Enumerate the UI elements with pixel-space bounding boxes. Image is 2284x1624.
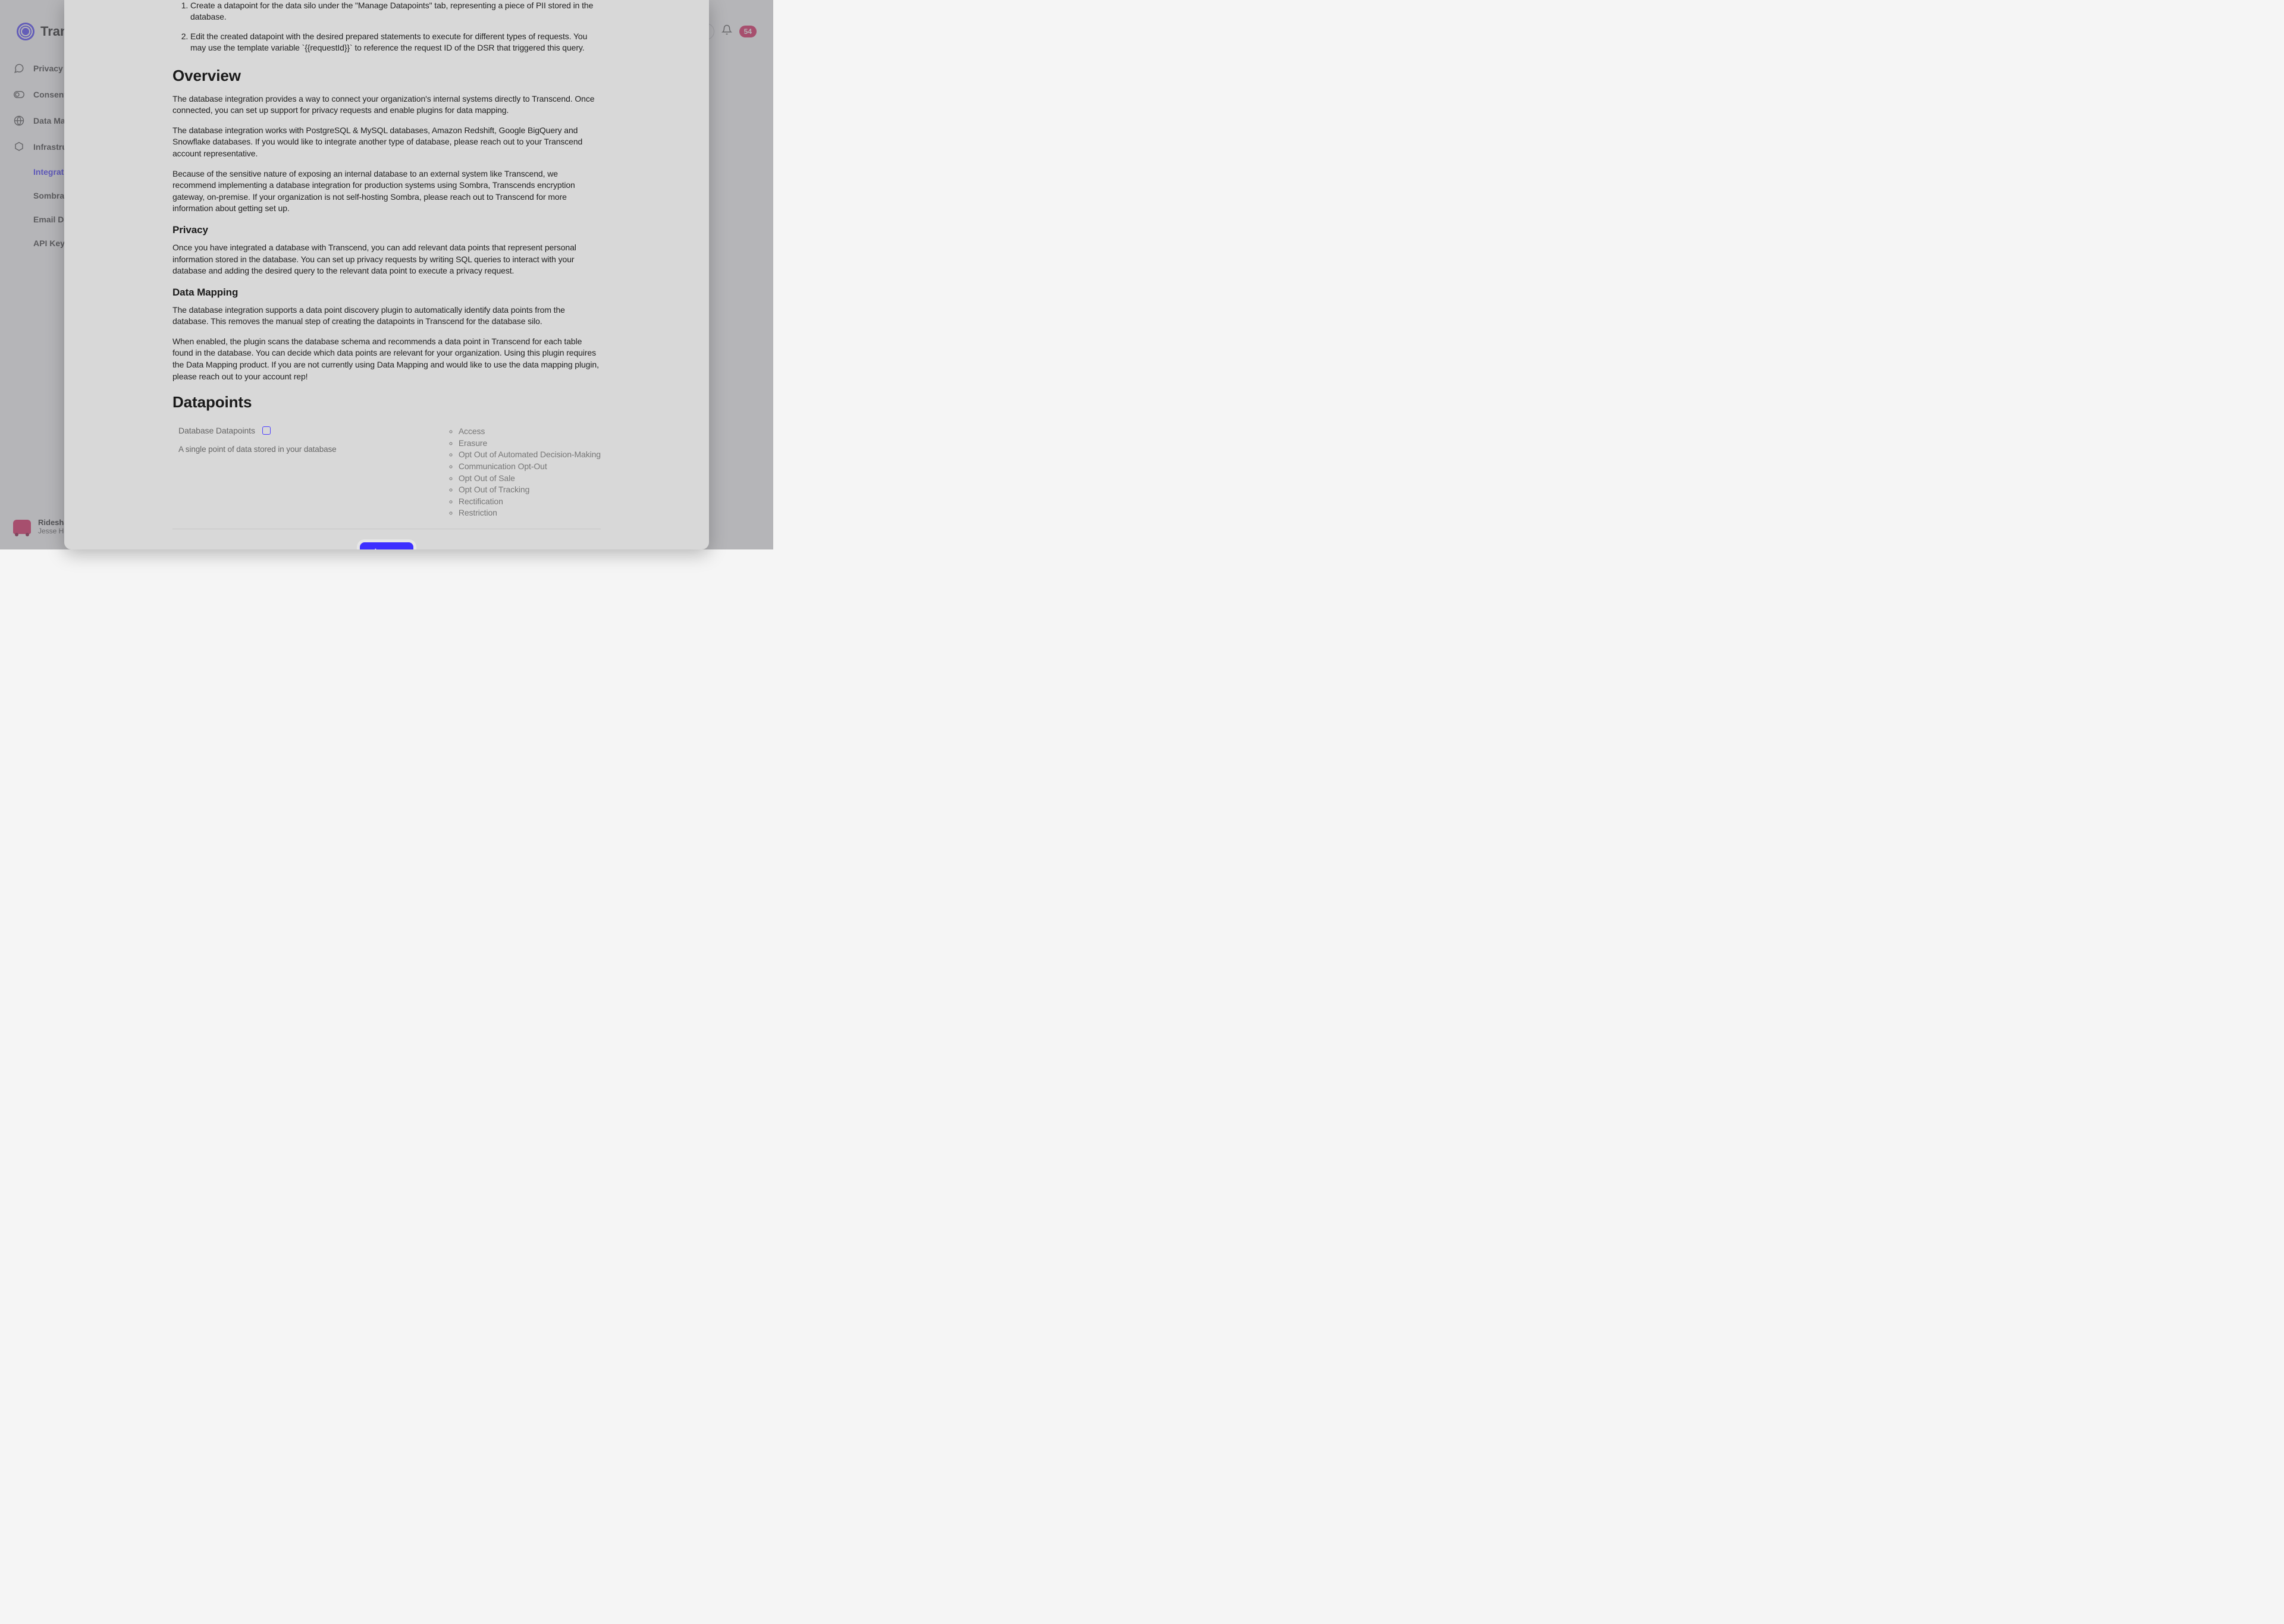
datapoint-action: Opt Out of Sale bbox=[459, 473, 601, 485]
overview-paragraph: The database integration works with Post… bbox=[172, 125, 601, 160]
setup-step: Create a datapoint for the data silo und… bbox=[190, 0, 601, 23]
setup-steps-list: Create a datapoint for the data silo und… bbox=[172, 0, 601, 54]
datapoint-action: Opt Out of Tracking bbox=[459, 484, 601, 496]
datapoint-action: Restriction bbox=[459, 507, 601, 519]
globe-icon bbox=[13, 115, 25, 127]
datapoint-description: A single point of data stored in your da… bbox=[178, 445, 337, 454]
datapoint-action: Access bbox=[459, 426, 601, 438]
org-avatar-icon bbox=[13, 520, 31, 534]
setup-step: Edit the created datapoint with the desi… bbox=[190, 31, 601, 54]
toggle-icon bbox=[13, 89, 25, 100]
datapoint-icon bbox=[262, 426, 271, 435]
datapoint-action: Rectification bbox=[459, 496, 601, 508]
data-mapping-paragraph: The database integration supports a data… bbox=[172, 304, 601, 328]
integration-doc-modal: Create a datapoint for the data silo und… bbox=[64, 0, 709, 549]
datapoints-section: Database Datapoints A single point of da… bbox=[172, 420, 601, 549]
datapoint-row: Database Datapoints A single point of da… bbox=[172, 420, 601, 525]
datapoint-action: Opt Out of Automated Decision-Making bbox=[459, 449, 601, 461]
notification-count-badge[interactable]: 54 bbox=[739, 26, 757, 37]
overview-paragraph: The database integration provides a way … bbox=[172, 93, 601, 117]
bell-icon[interactable] bbox=[721, 24, 732, 38]
datapoint-info: Database Datapoints A single point of da… bbox=[178, 426, 337, 454]
plus-icon: ＋ bbox=[371, 549, 380, 550]
privacy-paragraph: Once you have integrated a database with… bbox=[172, 242, 601, 277]
datapoint-actions: Access Erasure Opt Out of Automated Deci… bbox=[447, 426, 601, 519]
datapoint-action: Communication Opt-Out bbox=[459, 461, 601, 473]
datapoint-action: Erasure bbox=[459, 438, 601, 450]
add-button-label: Add bbox=[385, 548, 402, 549]
datapoint-name: Database Datapoints bbox=[178, 426, 255, 435]
datapoints-heading: Datapoints bbox=[172, 393, 601, 412]
brand-logo-icon bbox=[17, 23, 34, 40]
add-datapoint-button[interactable]: ＋ Add bbox=[360, 542, 413, 549]
overview-paragraph: Because of the sensitive nature of expos… bbox=[172, 168, 601, 215]
data-mapping-heading: Data Mapping bbox=[172, 287, 601, 299]
modal-content: Create a datapoint for the data silo und… bbox=[64, 0, 709, 549]
overview-heading: Overview bbox=[172, 67, 601, 85]
hex-icon bbox=[13, 141, 25, 153]
chat-icon bbox=[13, 62, 25, 74]
data-mapping-paragraph: When enabled, the plugin scans the datab… bbox=[172, 336, 601, 382]
privacy-heading: Privacy bbox=[172, 224, 601, 236]
